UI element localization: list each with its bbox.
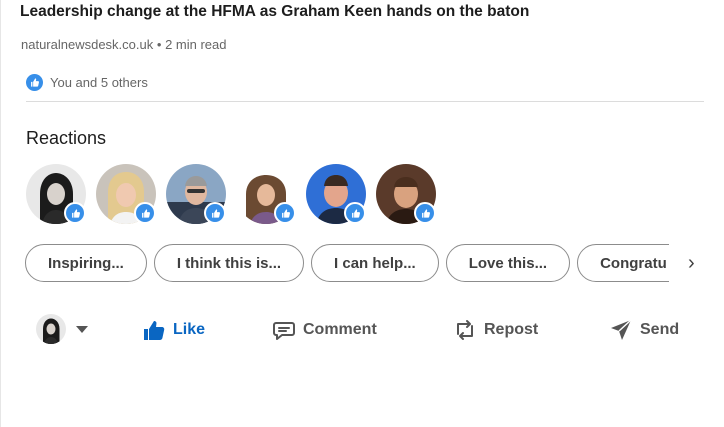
reactor-avatars <box>26 164 436 224</box>
reply-chip[interactable]: Love this... <box>445 244 571 282</box>
like-button[interactable]: Like <box>142 318 205 342</box>
meta-separator: • <box>156 37 162 52</box>
like-label: Like <box>173 321 206 338</box>
send-icon <box>611 319 632 340</box>
reactor-avatar[interactable] <box>236 164 296 224</box>
suggested-replies: Inspiring... I think this is... I can he… <box>25 244 669 284</box>
reply-chip[interactable]: I can help... <box>311 244 439 282</box>
thumbs-up-icon <box>144 321 165 340</box>
source-domain[interactable]: naturalnewsdesk.co.uk <box>21 37 153 52</box>
actor-switcher[interactable] <box>36 314 88 344</box>
reaction-summary-text: You and 5 others <box>50 75 148 90</box>
reaction-summary[interactable]: You and 5 others <box>26 74 148 91</box>
comment-label: Comment <box>303 321 377 338</box>
reactor-avatar[interactable] <box>376 164 436 224</box>
read-time: 2 min read <box>165 37 227 52</box>
send-label: Send <box>640 321 680 338</box>
reactions-heading: Reactions <box>26 128 107 148</box>
repost-label: Repost <box>484 321 539 338</box>
thumbs-up-icon <box>274 202 296 224</box>
reply-chip[interactable]: I think this is... <box>153 244 305 282</box>
left-border <box>0 0 1 427</box>
comment-button[interactable]: Comment <box>272 318 377 342</box>
reactor-avatar[interactable] <box>166 164 226 224</box>
repost-icon <box>457 320 473 340</box>
action-bar: Like Comment Repost Send <box>0 310 724 350</box>
send-button[interactable]: Send <box>609 318 679 342</box>
reactor-avatar[interactable] <box>26 164 86 224</box>
repost-button[interactable]: Repost <box>453 318 538 342</box>
divider <box>26 101 704 102</box>
thumbs-up-icon <box>204 202 226 224</box>
reactor-avatar[interactable] <box>306 164 366 224</box>
post-meta: naturalnewsdesk.co.uk • 2 min read <box>21 37 226 52</box>
thumbs-up-icon <box>26 74 43 91</box>
avatar <box>36 314 66 344</box>
post-headline[interactable]: Leadership change at the HFMA as Graham … <box>20 3 529 21</box>
reply-chip[interactable]: Congratu <box>577 244 669 282</box>
thumbs-up-icon <box>344 202 366 224</box>
chevron-right-icon[interactable]: › <box>688 252 695 275</box>
reactor-avatar[interactable] <box>96 164 156 224</box>
comment-icon <box>273 322 295 340</box>
thumbs-up-icon <box>64 202 86 224</box>
reply-chip[interactable]: Inspiring... <box>25 244 147 282</box>
thumbs-up-icon <box>414 202 436 224</box>
thumbs-up-icon <box>134 202 156 224</box>
caret-down-icon <box>76 325 88 333</box>
